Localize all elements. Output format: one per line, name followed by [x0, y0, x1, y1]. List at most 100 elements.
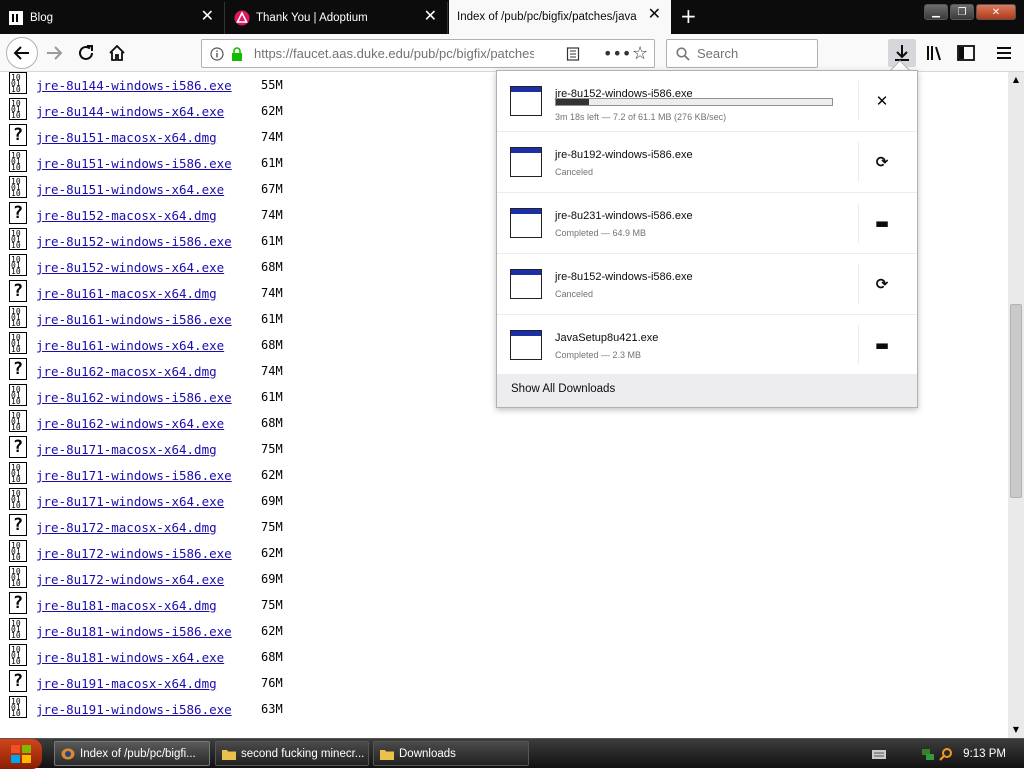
- file-link[interactable]: jre-8u172-windows-i586.exe: [36, 546, 232, 561]
- scroll-down-arrow-icon[interactable]: ▼: [1008, 722, 1024, 738]
- file-link[interactable]: jre-8u161-windows-x64.exe: [36, 338, 224, 353]
- tab-adoptium[interactable]: Thank You | Adoptium ✕: [226, 2, 448, 34]
- table-row: 10 01 10 jre-8u151-windows-i586.exe 61M: [0, 150, 400, 176]
- menu-button[interactable]: [990, 39, 1018, 67]
- close-window-button[interactable]: ✕: [976, 4, 1016, 20]
- table-row: ? jre-8u181-macosx-x64.dmg 75M: [0, 592, 400, 618]
- task-firefox[interactable]: Index of /pub/pc/bigfi...: [54, 741, 210, 766]
- sidebar-button[interactable]: [952, 39, 980, 67]
- file-link[interactable]: jre-8u144-windows-x64.exe: [36, 104, 224, 119]
- url-bar[interactable]: https://faucet.aas.duke.edu/pub/pc/bigfi…: [201, 39, 655, 68]
- scroll-thumb[interactable]: [1010, 304, 1022, 498]
- binary-file-icon: 10 01 10: [9, 644, 27, 666]
- taskbar: Index of /pub/pc/bigfi... second fucking…: [0, 738, 1024, 769]
- start-button[interactable]: [0, 739, 42, 769]
- bookmark-star-icon[interactable]: ☆: [632, 43, 648, 64]
- download-item[interactable]: jre-8u192-windows-i586.exe Canceled ⟳: [497, 132, 917, 193]
- divider: [858, 203, 859, 243]
- file-size: 63M: [261, 702, 283, 716]
- file-size: 67M: [261, 182, 283, 196]
- task-folder-downloads[interactable]: Downloads: [373, 741, 529, 766]
- file-link[interactable]: jre-8u161-windows-i586.exe: [36, 312, 232, 327]
- file-size: 75M: [261, 598, 283, 612]
- new-tab-button[interactable]: +: [680, 6, 697, 26]
- file-link[interactable]: jre-8u161-macosx-x64.dmg: [36, 286, 217, 301]
- close-icon[interactable]: ✕: [648, 7, 661, 23]
- table-row: 10 01 10 jre-8u144-windows-i586.exe 55M: [0, 72, 400, 98]
- search-bar[interactable]: Search: [666, 39, 818, 68]
- file-link[interactable]: jre-8u181-windows-x64.exe: [36, 650, 224, 665]
- file-link[interactable]: jre-8u181-macosx-x64.dmg: [36, 598, 217, 613]
- file-link[interactable]: jre-8u151-macosx-x64.dmg: [36, 130, 217, 145]
- info-icon[interactable]: [210, 47, 224, 61]
- file-link[interactable]: jre-8u144-windows-i586.exe: [36, 78, 232, 93]
- table-row: 10 01 10 jre-8u152-windows-x64.exe 68M: [0, 254, 400, 280]
- file-size: 74M: [261, 130, 283, 144]
- table-row: 10 01 10 jre-8u172-windows-i586.exe 62M: [0, 540, 400, 566]
- scroll-up-arrow-icon[interactable]: ▲: [1008, 72, 1024, 88]
- page-actions-icon[interactable]: •••: [603, 44, 631, 63]
- home-button[interactable]: [103, 39, 131, 67]
- library-button[interactable]: [920, 39, 948, 67]
- reader-view-icon[interactable]: [566, 47, 580, 61]
- network-icon[interactable]: [921, 747, 935, 761]
- file-size: 75M: [261, 520, 283, 534]
- file-link[interactable]: jre-8u191-windows-i586.exe: [36, 702, 232, 717]
- vertical-scrollbar[interactable]: ▲ ▼: [1008, 72, 1024, 738]
- file-link[interactable]: jre-8u151-windows-x64.exe: [36, 182, 224, 197]
- back-arrow-icon: [13, 46, 29, 60]
- unknown-file-icon: ?: [9, 670, 27, 692]
- folder-icon: [380, 749, 394, 760]
- retry-icon[interactable]: ⟳: [872, 152, 892, 172]
- minimize-button[interactable]: ▁: [924, 4, 948, 20]
- tab-blog[interactable]: Blog ✕: [0, 2, 225, 34]
- unknown-file-icon: ?: [9, 202, 27, 224]
- library-icon: [927, 46, 941, 61]
- download-item[interactable]: jre-8u231-windows-i586.exe Completed — 64…: [497, 193, 917, 254]
- file-link[interactable]: jre-8u162-windows-x64.exe: [36, 416, 224, 431]
- file-link[interactable]: jre-8u181-windows-i586.exe: [36, 624, 232, 639]
- search-tray-icon[interactable]: [939, 747, 953, 761]
- file-size: 68M: [261, 260, 283, 274]
- file-link[interactable]: jre-8u172-windows-x64.exe: [36, 572, 224, 587]
- file-link[interactable]: jre-8u172-macosx-x64.dmg: [36, 520, 217, 535]
- show-all-label: Show All Downloads: [511, 383, 616, 395]
- table-row: 10 01 10 jre-8u161-windows-x64.exe 68M: [0, 332, 400, 358]
- folder-icon[interactable]: ▬: [872, 213, 892, 233]
- file-link[interactable]: jre-8u171-macosx-x64.dmg: [36, 442, 217, 457]
- file-size: 68M: [261, 416, 283, 430]
- binary-file-icon: 10 01 10: [9, 332, 27, 354]
- close-icon[interactable]: ✕: [424, 9, 437, 25]
- table-row: 10 01 10 jre-8u191-windows-i586.exe 63M: [0, 696, 400, 722]
- file-link[interactable]: jre-8u152-macosx-x64.dmg: [36, 208, 217, 223]
- download-item[interactable]: jre-8u152-windows-i586.exe Canceled ⟳: [497, 254, 917, 315]
- file-link[interactable]: jre-8u171-windows-x64.exe: [36, 494, 224, 509]
- close-icon[interactable]: ✕: [201, 9, 214, 25]
- file-link[interactable]: jre-8u162-macosx-x64.dmg: [36, 364, 217, 379]
- file-link[interactable]: jre-8u152-windows-i586.exe: [36, 234, 232, 249]
- tab-index-java[interactable]: Index of /pub/pc/bigfix/patches/java ✕: [449, 0, 671, 34]
- file-link[interactable]: jre-8u151-windows-i586.exe: [36, 156, 232, 171]
- download-item[interactable]: JavaSetup8u421.exe Completed — 2.3 MB ▬: [497, 315, 917, 376]
- table-row: ? jre-8u172-macosx-x64.dmg 75M: [0, 514, 400, 540]
- task-folder-minecraft[interactable]: second fucking minecr...: [215, 741, 369, 766]
- cancel-icon[interactable]: ✕: [872, 91, 892, 111]
- download-item[interactable]: jre-8u152-windows-i586.exe 3m 18s left — …: [497, 71, 917, 132]
- retry-icon[interactable]: ⟳: [872, 274, 892, 294]
- download-status: Canceled: [555, 167, 594, 177]
- file-link[interactable]: jre-8u152-windows-x64.exe: [36, 260, 224, 275]
- divider: [858, 264, 859, 304]
- file-link[interactable]: jre-8u191-macosx-x64.dmg: [36, 676, 217, 691]
- forward-button[interactable]: [40, 39, 68, 67]
- folder-icon[interactable]: ▬: [872, 335, 892, 355]
- file-link[interactable]: jre-8u162-windows-i586.exe: [36, 390, 232, 405]
- keyboard-icon[interactable]: [871, 748, 887, 760]
- file-link[interactable]: jre-8u171-windows-i586.exe: [36, 468, 232, 483]
- binary-file-icon: 10 01 10: [9, 618, 27, 640]
- url-text: https://faucet.aas.duke.edu/pub/pc/bigfi…: [254, 46, 534, 61]
- reload-button[interactable]: [72, 39, 100, 67]
- back-button[interactable]: [6, 37, 38, 69]
- show-all-downloads-button[interactable]: Show All Downloads: [497, 374, 917, 407]
- maximize-button[interactable]: ❐: [950, 4, 974, 20]
- download-filename: jre-8u152-windows-i586.exe: [555, 271, 693, 283]
